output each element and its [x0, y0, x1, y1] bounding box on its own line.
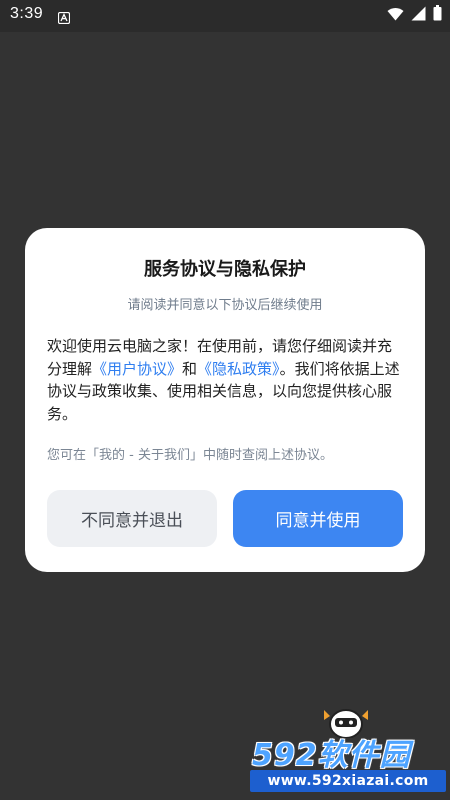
user-agreement-link[interactable]: 《用户协议》: [92, 360, 182, 378]
status-icons: [387, 5, 442, 25]
watermark-url: www.592xiazai.com: [267, 773, 429, 789]
privacy-policy-link[interactable]: 《隐私政策》: [197, 360, 280, 378]
status-time: 3:39: [10, 5, 44, 22]
app-notification-icon: [57, 9, 71, 25]
agree-use-button[interactable]: 同意并使用: [233, 490, 403, 547]
dialog-note: 您可在「我的 - 关于我们」中随时查阅上述协议。: [47, 448, 333, 463]
dialog-title: 服务协议与隐私保护: [144, 259, 306, 280]
disagree-exit-button[interactable]: 不同意并退出: [47, 490, 217, 547]
body-text-and: 和: [182, 359, 198, 378]
status-bar: 3:39: [0, 0, 450, 32]
dialog-subtitle: 请阅读并同意以下协议后继续使用: [127, 298, 323, 313]
app-screen: 3:39 服务协议与隐私保护 请阅读并同意以下协议后继续使用 欢迎使用云电脑之家…: [0, 0, 450, 800]
watermark-brand: 592软件园: [252, 738, 411, 773]
privacy-agreement-dialog: 服务协议与隐私保护 请阅读并同意以下协议后继续使用 欢迎使用云电脑之家！在使用前…: [25, 228, 425, 572]
dialog-body: 欢迎使用云电脑之家！在使用前，请您仔细阅读并充分理解《用户协议》和《隐私政策》。…: [47, 335, 405, 425]
watermark-url-bar: www.592xiazai.com: [250, 770, 446, 792]
wifi-icon: [387, 6, 404, 25]
watermark: 592软件园 www.592xiazai.com: [246, 700, 450, 800]
cellular-signal-icon: [411, 6, 426, 25]
battery-icon: [433, 5, 442, 25]
